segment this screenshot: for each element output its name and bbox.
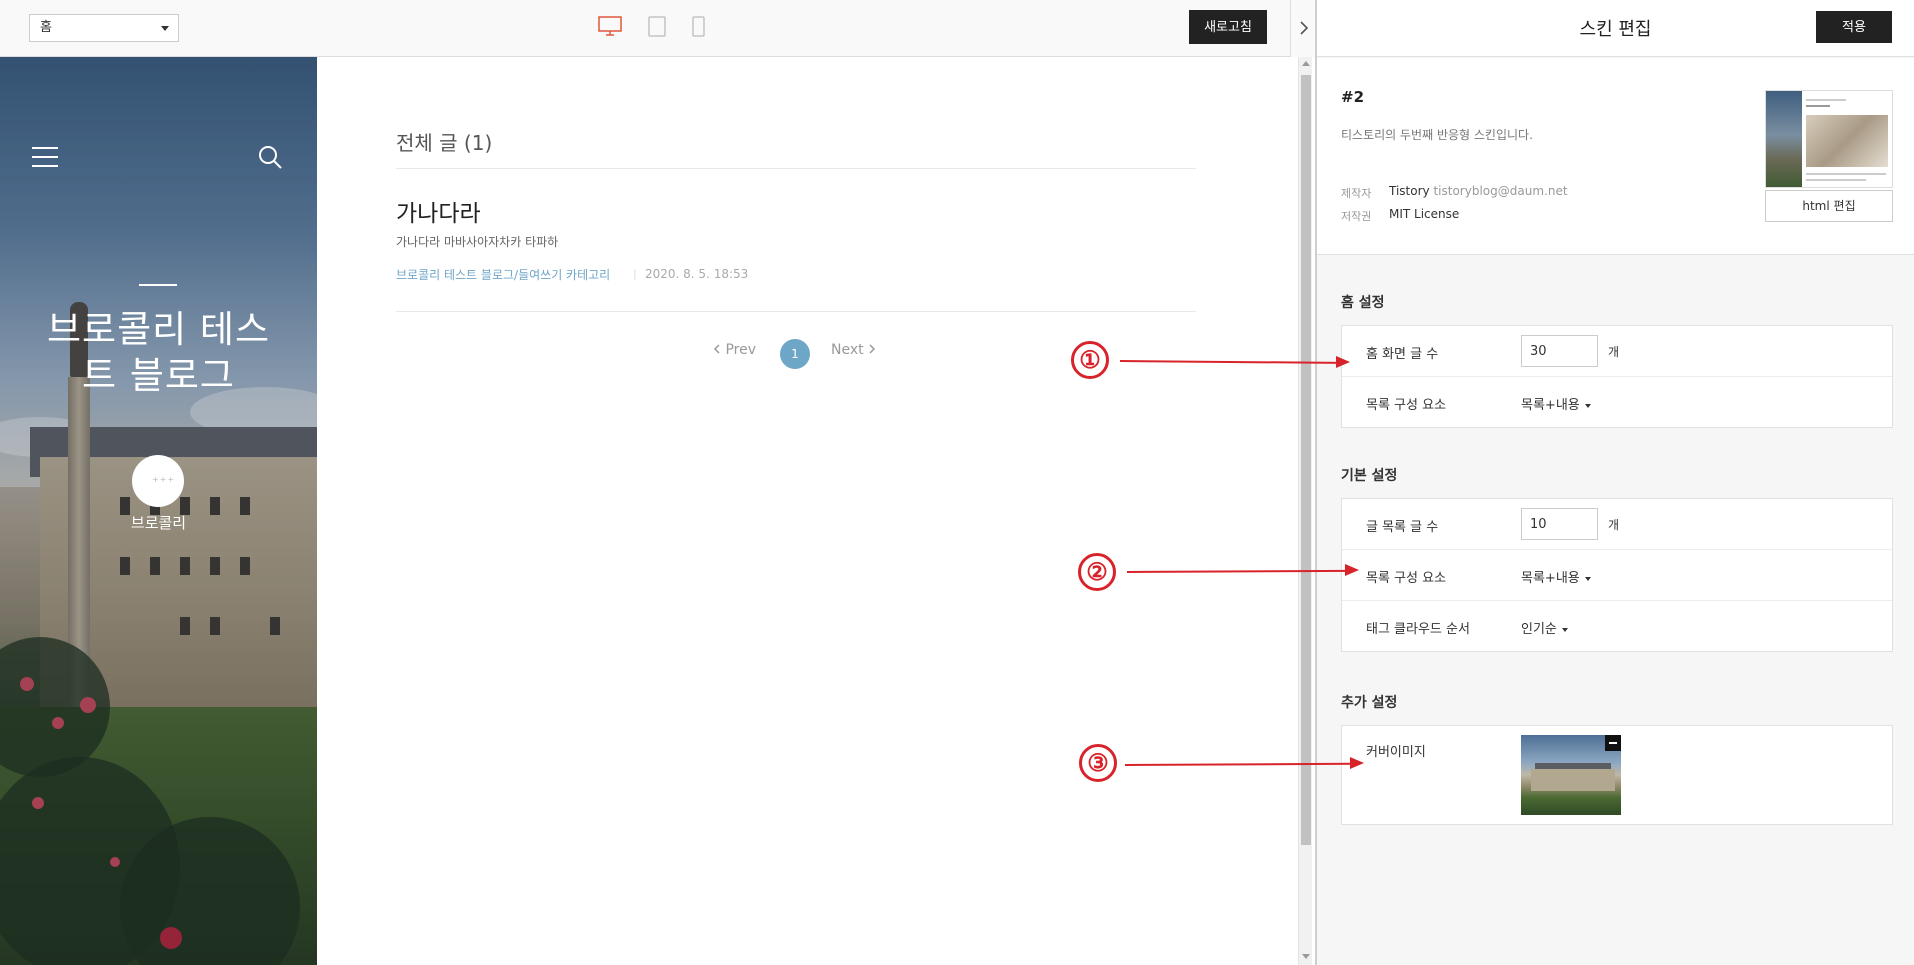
basic-settings-box: 글 목록 글 수 개 목록 구성 요소 목록+내용 태그 클라우드 순서 인기순 (1341, 498, 1893, 652)
scroll-up-arrow[interactable] (1302, 61, 1310, 66)
preview-toolbar: 홈 새로고침 (0, 0, 1317, 57)
avatar[interactable]: +++ (132, 455, 184, 507)
title-divider (139, 284, 177, 286)
unit-label: 개 (1608, 345, 1620, 359)
tag-order-dropdown[interactable]: 인기순 (1521, 618, 1568, 637)
preview-scrollbar[interactable] (1298, 57, 1312, 965)
chevron-right-icon (869, 344, 876, 354)
prev-label: Prev (725, 342, 756, 358)
author-value: Tistory tistoryblog@daum.net (1389, 184, 1568, 198)
avatar-placeholder: +++ (152, 475, 176, 484)
cover-building (1531, 769, 1615, 791)
thumbnail-line (1806, 173, 1886, 175)
menu-icon[interactable] (32, 146, 58, 172)
next-page-link[interactable]: Next (831, 342, 876, 358)
list-elem-row: 목록 구성 요소 목록+내용 (1342, 550, 1892, 601)
prev-page-link[interactable]: Prev (713, 342, 756, 358)
cover-overlay (0, 57, 317, 965)
skin-description: 티스토리의 두번째 반응형 스킨입니다. (1341, 128, 1533, 142)
cover-image-thumbnail[interactable] (1521, 735, 1621, 815)
annotation-marker-2: ② (1078, 553, 1116, 591)
unit-label: 개 (1608, 518, 1620, 532)
dropdown-value: 목록+내용 (1521, 398, 1580, 413)
chevron-down-icon (161, 26, 169, 31)
skin-number: #2 (1341, 88, 1365, 106)
chevron-left-icon (713, 344, 720, 354)
page-select[interactable]: 홈 (29, 14, 179, 42)
thumbnail-sidebar (1766, 91, 1802, 187)
skin-thumbnail (1765, 90, 1893, 188)
annotation-marker-3: ③ (1079, 744, 1117, 782)
post-list-area: 전체 글 (1) 가나다라 가나다라 마바사아자차카 타파하 브로콜리 테스트 … (317, 57, 1298, 965)
divider (396, 168, 1196, 169)
tablet-icon[interactable] (648, 16, 666, 41)
skin-edit-panel: 스킨 편집 적용 #2 티스토리의 두번째 반응형 스킨입니다. 제작자 Tis… (1317, 0, 1914, 965)
blog-sidebar: 브로콜리 테스트 블로그 +++ 브로콜리 (0, 57, 317, 965)
html-edit-button[interactable]: html 편집 (1765, 190, 1893, 222)
home-settings-box: 홈 화면 글 수 개 목록 구성 요소 목록+내용 (1341, 325, 1893, 428)
home-post-count-input[interactable] (1521, 335, 1598, 367)
home-list-elem-dropdown[interactable]: 목록+내용 (1521, 394, 1591, 413)
home-settings-title: 홈 설정 (1341, 295, 1385, 311)
extra-settings-box: 커버이미지 (1341, 725, 1893, 825)
caret-down-icon (1584, 403, 1591, 408)
dropdown-value: 목록+내용 (1521, 571, 1580, 586)
remove-cover-button[interactable] (1605, 735, 1621, 751)
page-number-current[interactable]: 1 (780, 339, 810, 369)
scroll-down-arrow[interactable] (1302, 954, 1310, 959)
mobile-icon[interactable] (692, 16, 705, 41)
list-elem-label: 목록 구성 요소 (1366, 571, 1447, 586)
search-icon[interactable] (258, 145, 282, 173)
list-title: 전체 글 (1) (396, 131, 493, 155)
thumbnail-image (1806, 115, 1888, 167)
next-label: Next (831, 342, 864, 358)
thumbnail-line (1806, 99, 1846, 101)
refresh-button[interactable]: 새로고침 (1189, 10, 1267, 44)
panel-header: 스킨 편집 적용 (1317, 0, 1914, 57)
divider (396, 311, 1196, 312)
license-value: MIT License (1389, 207, 1460, 221)
thumbnail-line (1806, 179, 1866, 181)
post-title[interactable]: 가나다라 (396, 194, 481, 228)
scroll-thumb[interactable] (1301, 75, 1311, 845)
post-date: 2020. 8. 5. 18:53 (645, 267, 749, 281)
annotation-arrow-head (1336, 356, 1350, 368)
home-post-count-row: 홈 화면 글 수 개 (1342, 326, 1892, 377)
list-post-count-row: 글 목록 글 수 개 (1342, 499, 1892, 550)
tag-order-label: 태그 클라우드 순서 (1366, 622, 1470, 637)
meta-separator: | (633, 267, 637, 280)
skin-info: #2 티스토리의 두번째 반응형 스킨입니다. 제작자 Tistory tist… (1317, 58, 1914, 255)
cover-image-label: 커버이미지 (1366, 745, 1426, 760)
thumbnail-line (1806, 105, 1830, 107)
annotation-marker-1: ① (1071, 341, 1109, 379)
blog-title[interactable]: 브로콜리 테스트 블로그 (30, 307, 287, 399)
desktop-icon[interactable] (598, 16, 622, 40)
tag-order-row: 태그 클라우드 순서 인기순 (1342, 601, 1892, 652)
list-elem-dropdown[interactable]: 목록+내용 (1521, 567, 1591, 586)
post-summary[interactable]: 가나다라 마바사아자차카 타파하 (396, 233, 558, 250)
apply-button[interactable]: 적용 (1816, 11, 1892, 43)
caret-down-icon (1584, 576, 1591, 581)
chevron-right-icon (1300, 21, 1309, 35)
annotation-arrow-head (1345, 564, 1359, 576)
annotation-arrow-head (1350, 757, 1364, 769)
dropdown-value: 인기순 (1521, 622, 1557, 637)
minus-icon (1609, 742, 1617, 744)
page-select-value: 홈 (40, 20, 52, 35)
basic-settings-title: 기본 설정 (1341, 468, 1398, 484)
home-post-count-label: 홈 화면 글 수 (1366, 347, 1439, 362)
panel-toggle-button[interactable] (1290, 0, 1317, 57)
author-email: tistoryblog@daum.net (1433, 184, 1568, 198)
caret-down-icon (1561, 627, 1568, 632)
home-list-elem-row: 목록 구성 요소 목록+내용 (1342, 377, 1892, 428)
author-label: 제작자 (1341, 187, 1372, 200)
blog-nickname: 브로콜리 (130, 514, 187, 532)
license-label: 저작권 (1341, 210, 1372, 223)
extra-settings-title: 추가 설정 (1341, 695, 1398, 711)
list-post-count-label: 글 목록 글 수 (1366, 520, 1439, 535)
author-name: Tistory (1389, 184, 1430, 198)
home-list-elem-label: 목록 구성 요소 (1366, 398, 1447, 413)
list-post-count-input[interactable] (1521, 508, 1598, 540)
post-category-link[interactable]: 브로콜리 테스트 블로그/들여쓰기 카테고리 (396, 266, 610, 283)
